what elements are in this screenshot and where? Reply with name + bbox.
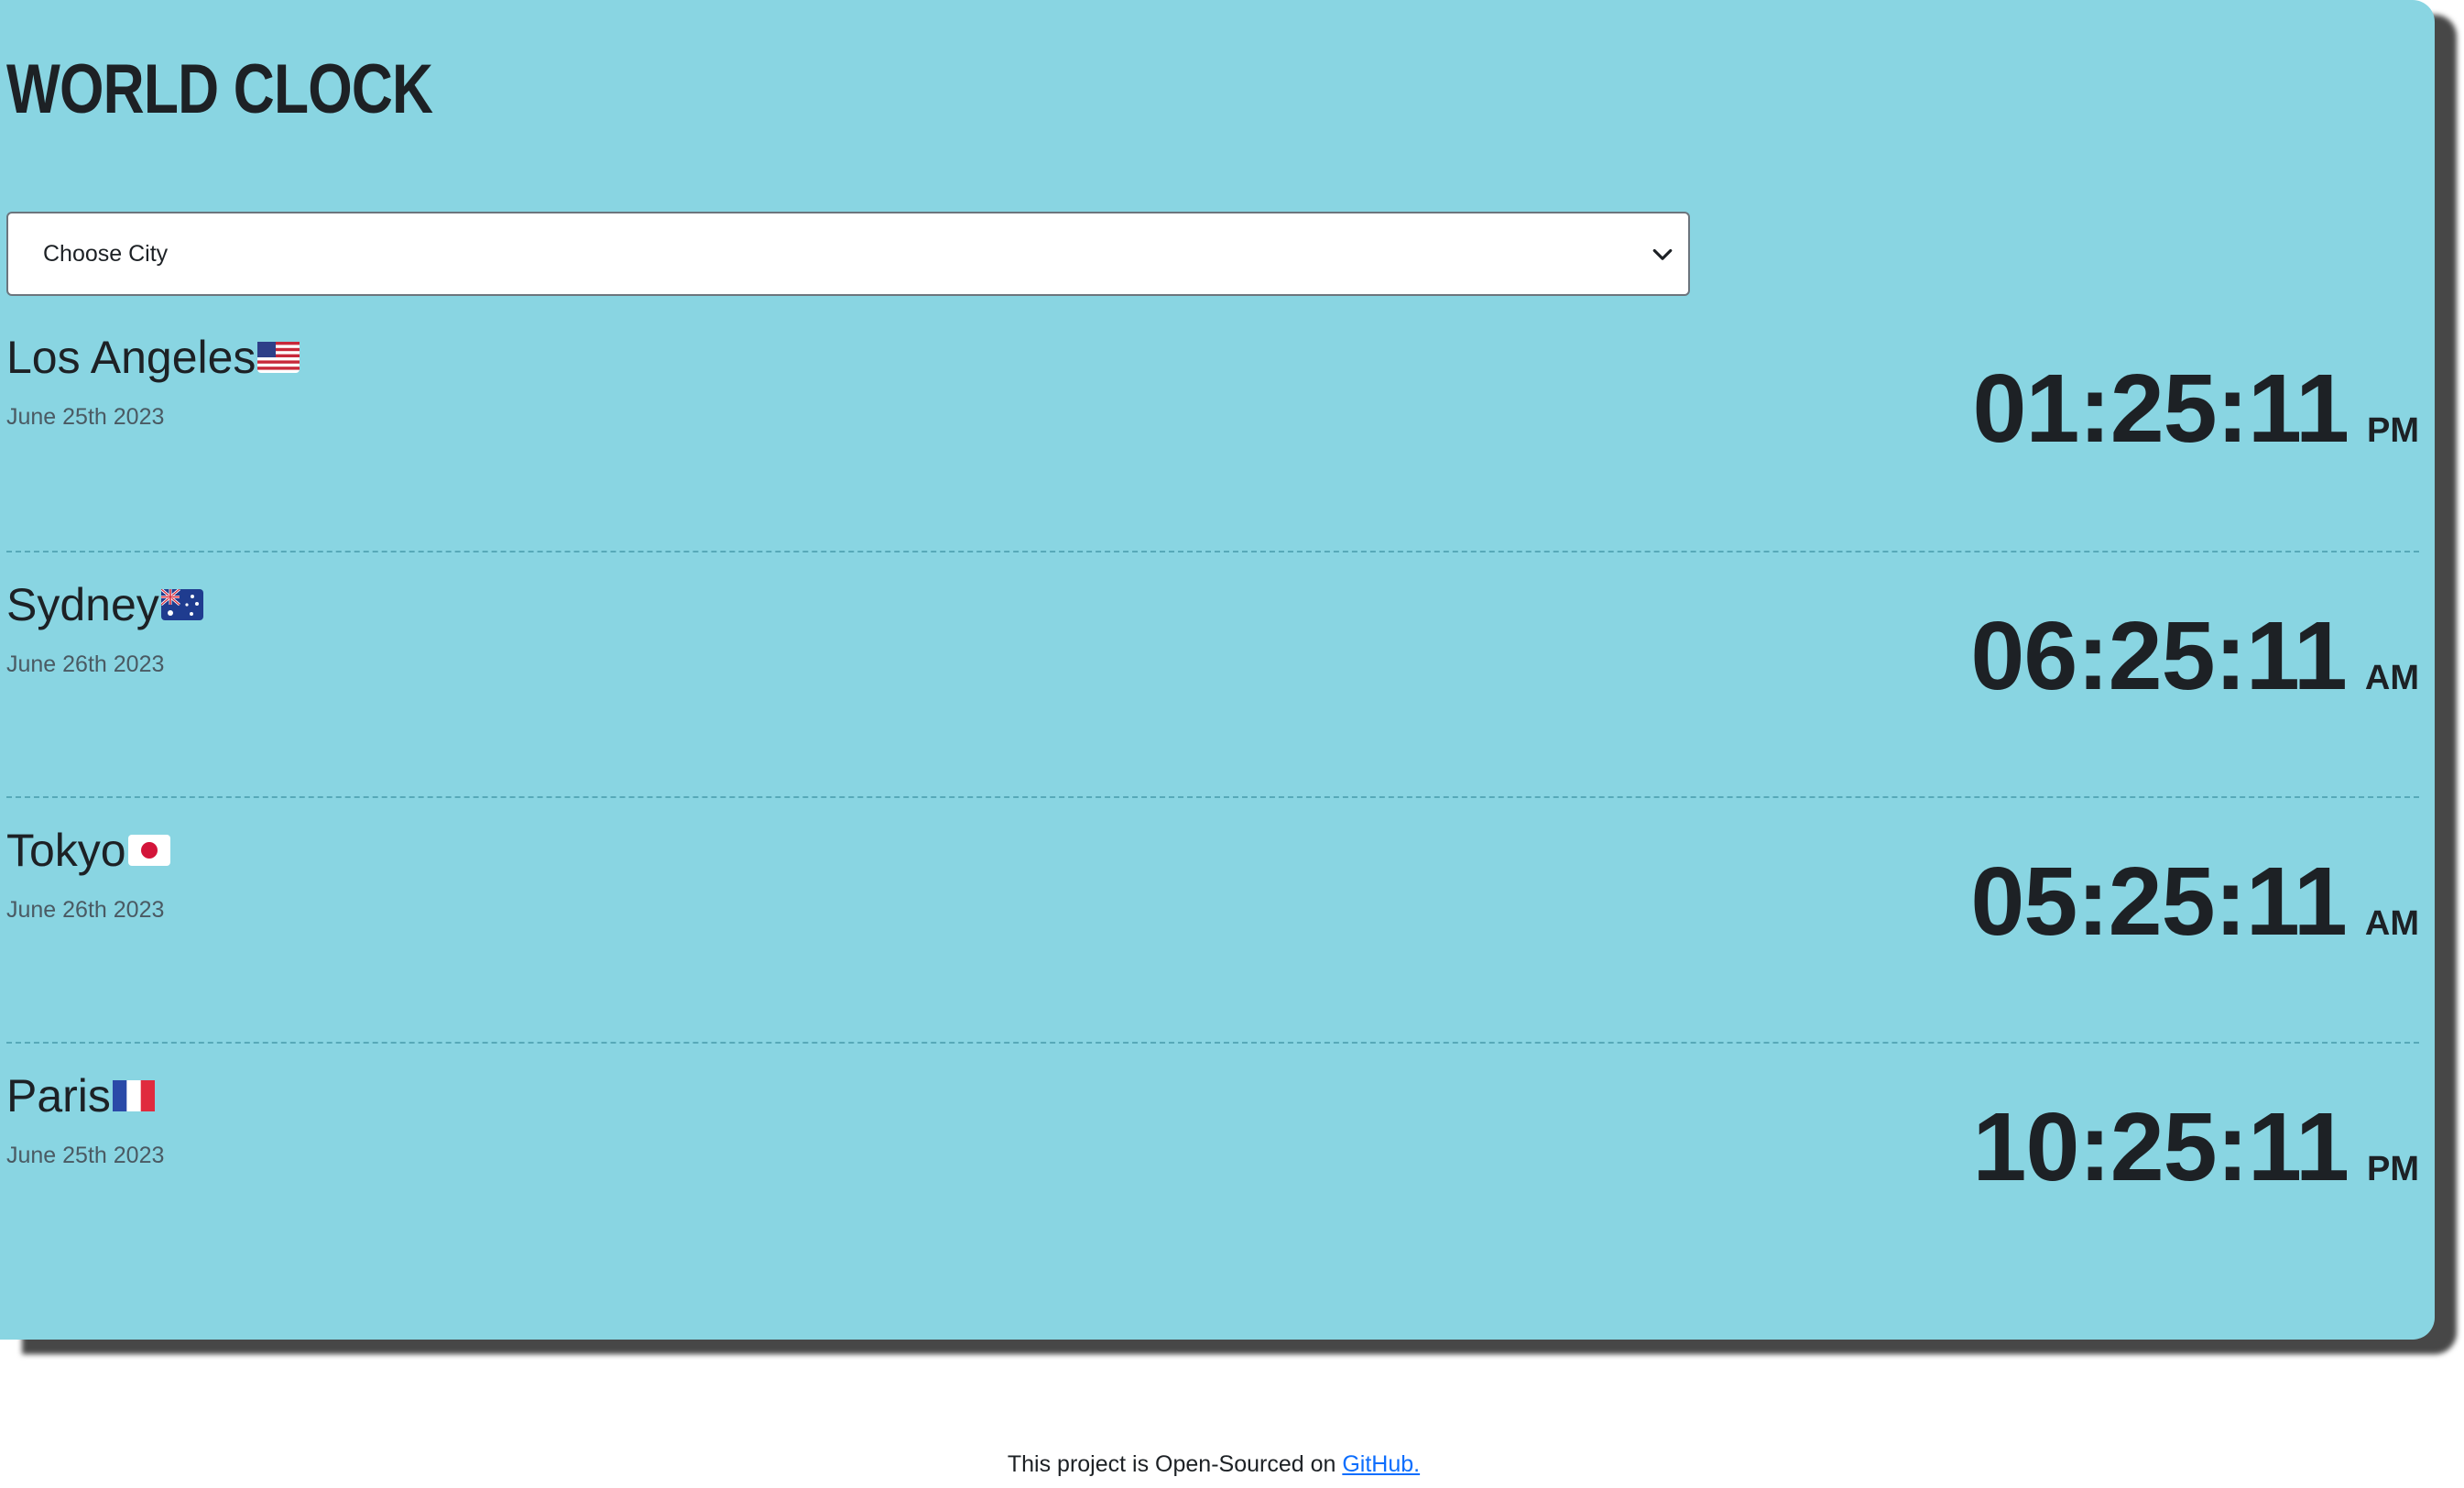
city-clock: 06:25:11 AM [1970,607,2419,705]
city-row-sydney: Sydney June 26th 2023 06:25:11 AM [6,551,2419,798]
city-date: June 25th 2023 [6,1143,165,1168]
city-name-label: Paris [6,1070,111,1121]
chevron-down-icon [1652,248,1673,260]
city-time: 10:25:11 [1972,1093,2350,1201]
city-row-los-angeles: Los Angeles June 25th 2023 01:25:11 PM [6,305,2419,551]
footer-text: This project is Open-Sourced on [1007,1451,1343,1477]
city-date: June 26th 2023 [6,897,165,923]
au-flag-icon [159,582,203,628]
page-title: WORLD CLOCK [6,50,433,128]
clock-card: WORLD CLOCK Choose City Los Angeles June… [0,0,2435,1340]
footer: This project is Open-Sourced on GitHub. [0,1451,2427,1478]
city-period: PM [2367,1150,2419,1188]
city-name: Tokyo [6,827,170,877]
city-clock: 01:25:11 PM [1973,360,2419,457]
city-clock: 05:25:11 AM [1970,853,2419,950]
city-select-value: Choose City [43,240,169,267]
city-name-label: Los Angeles [6,332,256,383]
city-row-paris: Paris June 25th 2023 10:25:11 PM [6,1042,2419,1289]
us-flag-icon [257,334,300,380]
city-row-tokyo: Tokyo June 26th 2023 05:25:11 AM [6,796,2419,1044]
city-name: Paris [6,1073,155,1122]
city-period: AM [2364,659,2419,697]
city-time: 06:25:11 [1970,602,2347,710]
city-time: 01:25:11 [1972,355,2350,463]
city-name: Los Angeles [6,334,300,384]
city-date: June 26th 2023 [6,651,165,677]
city-name-label: Sydney [6,579,159,630]
city-period: AM [2364,904,2419,943]
fr-flag-icon [112,1073,155,1119]
city-period: PM [2367,411,2419,450]
github-link[interactable]: GitHub. [1342,1451,1420,1477]
city-time: 05:25:11 [1970,848,2347,956]
city-select[interactable]: Choose City [6,212,1690,296]
jp-flag-icon [127,827,170,873]
city-name-label: Tokyo [6,825,126,876]
city-date: June 25th 2023 [6,404,165,430]
city-clock: 10:25:11 PM [1973,1099,2419,1196]
city-name: Sydney [6,582,203,631]
